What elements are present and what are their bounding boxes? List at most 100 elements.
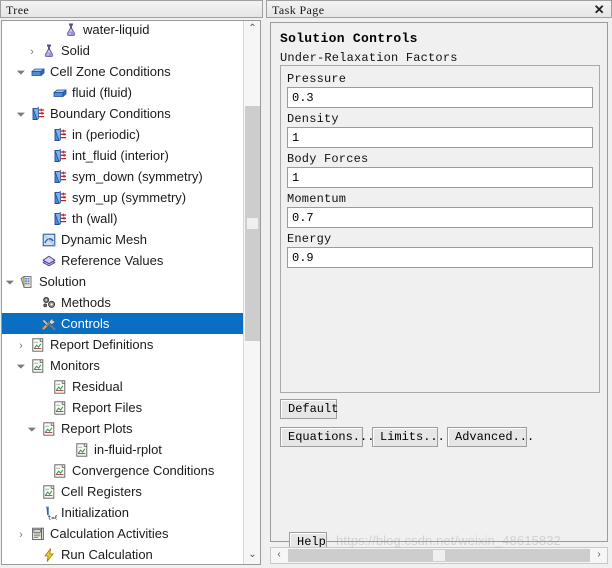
scroll-down-icon[interactable]: ⌄ (244, 547, 260, 564)
tree-twisty-none (24, 250, 40, 271)
chevron-down-icon[interactable]: ⏷ (17, 357, 26, 378)
field-energy: Energy (287, 232, 593, 268)
tree-twisty-none (35, 187, 51, 208)
scroll-left-icon[interactable]: ‹ (271, 548, 287, 563)
tree-view[interactable]: water-liquid › Solid ⏷ Cell Zone Conditions f… (1, 20, 261, 565)
tree-item-sym-down-symmetry[interactable]: sym_down (symmetry) (2, 166, 244, 187)
tree-item-report-definitions[interactable]: › Report Definitions (2, 334, 244, 355)
tree-item-monitors[interactable]: ⏷ Monitors (2, 355, 244, 376)
tree-item-dynamic-mesh[interactable]: Dynamic Mesh (2, 229, 244, 250)
tree-item-fluid-fluid[interactable]: fluid (fluid) (2, 82, 244, 103)
tree-item-label: Report Files (72, 400, 143, 415)
scrollbar-grip (433, 550, 445, 561)
tree-item-calculation-activities[interactable]: › Calculation Activities (2, 523, 244, 544)
report-icon (29, 334, 48, 355)
tree-item-label: fluid (fluid) (72, 85, 132, 100)
tree-item-solid[interactable]: › Solid (2, 40, 244, 61)
reference-icon (40, 250, 59, 271)
tree-item-cell-zone-conditions[interactable]: ⏷ Cell Zone Conditions (2, 61, 244, 82)
tree-twisty-none (24, 481, 40, 502)
tree-item-water-liquid[interactable]: water-liquid (2, 21, 244, 40)
momentum-input[interactable] (287, 207, 593, 228)
tree-item-methods[interactable]: Methods (2, 292, 244, 313)
tree-item-reference-values[interactable]: Reference Values (2, 250, 244, 271)
chevron-right-icon[interactable]: › (19, 525, 23, 546)
tree-item-sym-up-symmetry[interactable]: sym_up (symmetry) (2, 187, 244, 208)
tree-item-report-files[interactable]: Report Files (2, 397, 244, 418)
tree-item-in-periodic[interactable]: in (periodic) (2, 124, 244, 145)
tree-item-label: Reference Values (61, 253, 164, 268)
tree-twisty-expanded[interactable]: ⏷ (24, 418, 40, 439)
chevron-down-icon[interactable]: ⏷ (17, 63, 26, 84)
tree-item-solution[interactable]: ⏷ Solution (2, 271, 244, 292)
boundary-icon (51, 166, 70, 187)
scroll-up-icon[interactable]: ⌃ (244, 21, 260, 38)
tree-item-boundary-conditions[interactable]: ⏷ Boundary Conditions (2, 103, 244, 124)
chevron-down-icon[interactable]: ⏷ (6, 273, 15, 294)
tree-item-convergence-conditions[interactable]: Convergence Conditions (2, 460, 244, 481)
scroll-right-icon[interactable]: › (591, 548, 607, 563)
tree-item-th-wall[interactable]: th (wall) (2, 208, 244, 229)
chevron-right-icon[interactable]: › (30, 42, 34, 63)
tree-twisty-collapsed[interactable]: › (13, 523, 29, 544)
tree-item-label: Cell Zone Conditions (50, 64, 171, 79)
density-input[interactable] (287, 127, 593, 148)
advanced-button[interactable]: Advanced... (447, 427, 534, 447)
default-button[interactable]: Default (280, 399, 338, 419)
tree-item-label: sym_down (symmetry) (72, 169, 203, 184)
tree-twisty-expanded[interactable]: ⏷ (2, 271, 18, 292)
tree-item-int-fluid-interior[interactable]: int_fluid (interior) (2, 145, 244, 166)
tree-twisty-expanded[interactable]: ⏷ (13, 61, 29, 82)
tree-twisty-none (35, 124, 51, 145)
close-icon[interactable]: ✕ (594, 1, 605, 19)
methods-icon (40, 292, 59, 313)
field-body-forces: Body Forces (287, 152, 593, 188)
field-label: Pressure (287, 72, 347, 86)
tree-item-in-fluid-rplot[interactable]: in-fluid-rplot (2, 439, 244, 460)
tree-panel-title-label: Tree (6, 3, 30, 17)
report-icon (51, 460, 70, 481)
page-title: Solution Controls (280, 31, 418, 46)
tree-item-residual[interactable]: Residual (2, 376, 244, 397)
fluent-window: Tree water-liquid › Solid ⏷ Cell Zone Condit… (0, 0, 612, 568)
energy-input[interactable] (287, 247, 593, 268)
limits-button[interactable]: Limits... (372, 427, 445, 447)
field-label: Momentum (287, 192, 347, 206)
chevron-down-icon[interactable]: ⏷ (17, 105, 26, 126)
tree-twisty-collapsed[interactable]: › (24, 40, 40, 61)
pressure-input[interactable] (287, 87, 593, 108)
field-momentum: Momentum (287, 192, 593, 228)
tree-twisty-expanded[interactable]: ⏷ (13, 355, 29, 376)
tree-twisty-none (46, 21, 62, 40)
task-page-horizontal-scrollbar[interactable]: ‹ › (270, 547, 608, 564)
field-label: Body Forces (287, 152, 369, 166)
equations-button[interactable]: Equations... (280, 427, 374, 447)
tree-vertical-scrollbar[interactable]: ⌃ ⌄ (243, 21, 260, 564)
tree-scrollbar-thumb[interactable] (245, 106, 260, 341)
chevron-down-icon[interactable]: ⏷ (28, 420, 37, 441)
tree-item-run-calculation[interactable]: Run Calculation (2, 544, 244, 564)
tree-twisty-expanded[interactable]: ⏷ (13, 103, 29, 124)
tree-item-controls[interactable]: Controls (2, 313, 244, 334)
tree-twisty-none (35, 82, 51, 103)
tree-twisty-none (24, 313, 40, 334)
chevron-right-icon[interactable]: › (19, 336, 23, 357)
tree-item-cell-registers[interactable]: Cell Registers (2, 481, 244, 502)
tree-twisty-collapsed[interactable]: › (13, 334, 29, 355)
field-label: Density (287, 112, 339, 126)
tree-item-initialization[interactable]: t=0 Initialization (2, 502, 244, 523)
body-forces-input[interactable] (287, 167, 593, 188)
tree-item-report-plots[interactable]: ⏷ Report Plots (2, 418, 244, 439)
task-scrollbar-thumb[interactable] (288, 549, 590, 562)
tree-twisty-none (35, 208, 51, 229)
